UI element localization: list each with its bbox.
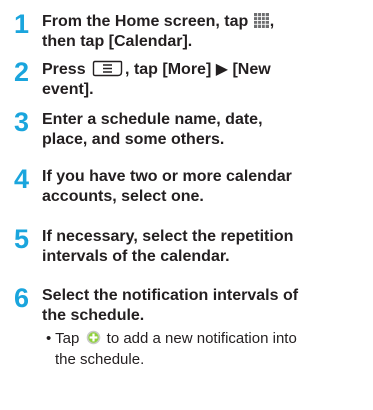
step-number: 5 xyxy=(14,224,30,254)
step-text: event]. xyxy=(42,81,94,98)
app-grid-icon xyxy=(253,13,269,28)
note-continuation: the schedule. xyxy=(55,351,145,368)
step-text: From the Home screen, tap xyxy=(42,13,253,30)
step-instruction: If necessary, select the repetition inte… xyxy=(42,227,368,267)
step-instruction: If you have two or more calendar account… xyxy=(42,167,368,207)
step-number: 4 xyxy=(14,164,30,194)
note-text: to add a new notification into xyxy=(102,330,297,347)
step-text: place, and some others. xyxy=(42,131,225,148)
step-instruction: Press , tap [More] ▶ [New event]. xyxy=(42,60,368,100)
step-text: accounts, select one. xyxy=(42,188,204,205)
step-note: • Tap to add a new notification into xyxy=(46,328,368,349)
step-number: 1 xyxy=(14,9,30,39)
step-text: Select the notification intervals of xyxy=(42,287,299,304)
step-number: 3 xyxy=(14,107,30,137)
step-text: If necessary, select the repetition xyxy=(42,228,294,245)
note-text: • Tap xyxy=(46,330,84,347)
step-instruction: From the Home screen, tap , then tap [Ca… xyxy=(42,12,368,52)
add-notification-icon xyxy=(86,330,100,345)
step-text: the schedule. xyxy=(42,307,145,324)
step-text: then tap [Calendar]. xyxy=(42,33,193,50)
menu-key-icon xyxy=(92,60,123,77)
step-number: 6 xyxy=(14,283,30,313)
step-text: intervals of the calendar. xyxy=(42,248,230,265)
step-text: Press xyxy=(42,61,91,78)
step-number: 2 xyxy=(14,57,30,87)
step-instruction: Enter a schedule name, date, place, and … xyxy=(42,110,368,150)
step-text: , xyxy=(269,13,275,30)
step-instruction: Select the notification intervals of the… xyxy=(42,286,368,326)
step-text: If you have two or more calendar xyxy=(42,168,292,185)
step-text: Enter a schedule name, date, xyxy=(42,111,263,128)
step-text: , tap [More] ▶ [New xyxy=(125,61,271,78)
